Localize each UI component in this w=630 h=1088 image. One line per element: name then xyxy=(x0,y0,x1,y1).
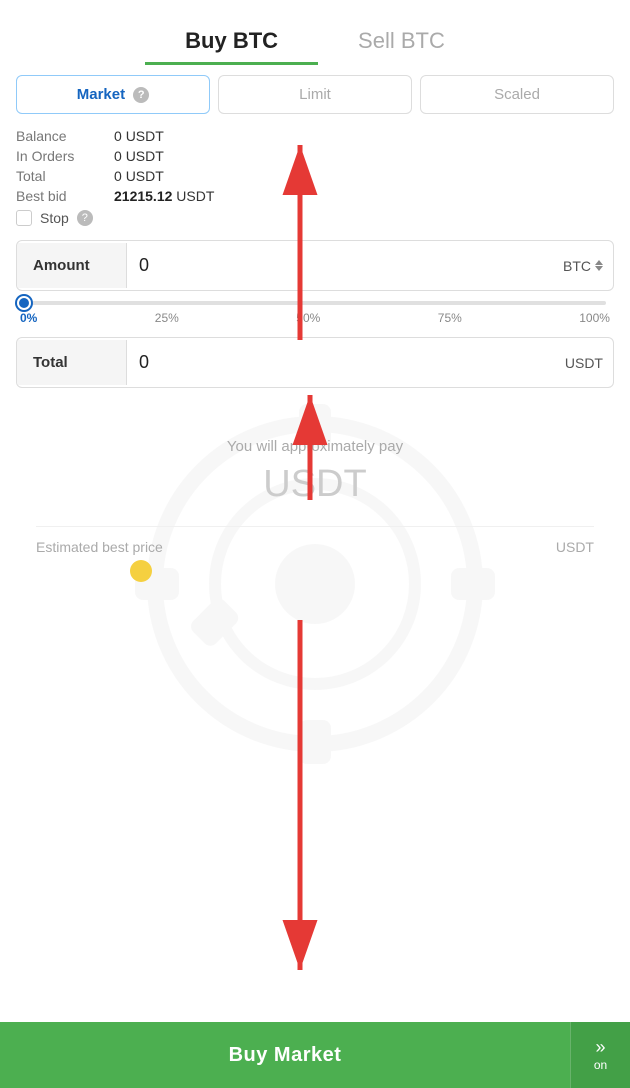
approx-label: You will approximately pay xyxy=(36,438,594,455)
total-balance-value: 0 USDT xyxy=(114,168,164,184)
approx-amount: USDT xyxy=(36,463,594,506)
amount-input[interactable] xyxy=(127,241,553,290)
amount-field-row: Amount BTC xyxy=(16,240,614,291)
slider-track[interactable] xyxy=(24,301,606,305)
estimated-label: Estimated best price xyxy=(36,539,163,555)
buy-button-container: Buy Market » on xyxy=(0,1022,630,1088)
estimated-row: Estimated best price USDT xyxy=(36,526,594,555)
balance-label: Balance xyxy=(16,128,106,144)
total-field-row: Total USDT xyxy=(16,337,614,388)
yellow-dot-decoration xyxy=(130,560,152,582)
amount-currency-arrows[interactable] xyxy=(595,260,603,271)
total-currency: USDT xyxy=(555,341,613,385)
limit-order-tab[interactable]: Limit xyxy=(218,75,412,114)
in-orders-value: 0 USDT xyxy=(114,148,164,164)
market-order-tab[interactable]: Market ? xyxy=(16,75,210,114)
slider-label-75: 75% xyxy=(438,311,462,325)
estimated-currency: USDT xyxy=(556,539,594,555)
slider-label-25: 25% xyxy=(155,311,179,325)
buy-market-button[interactable]: Buy Market xyxy=(0,1022,570,1088)
buy-tab[interactable]: Buy BTC xyxy=(145,20,318,65)
buy-on-toggle[interactable]: » on xyxy=(570,1022,630,1088)
total-balance-row: Total 0 USDT xyxy=(16,168,614,184)
chevrons-icon: » xyxy=(595,1038,605,1056)
amount-label: Amount xyxy=(17,243,127,288)
slider-label-100: 100% xyxy=(579,311,610,325)
stop-help-icon[interactable]: ? xyxy=(77,210,93,226)
balance-row: Balance 0 USDT xyxy=(16,128,614,144)
amount-slider-container: 0% 25% 50% 75% 100% xyxy=(16,301,614,325)
approx-section: You will approximately pay USDT Estimate… xyxy=(16,408,614,575)
total-label: Total xyxy=(17,340,127,385)
buy-sell-tab-bar: Buy BTC Sell BTC xyxy=(16,0,614,75)
stop-checkbox[interactable] xyxy=(16,210,32,226)
amount-currency: BTC xyxy=(553,244,613,288)
balance-value: 0 USDT xyxy=(114,128,164,144)
slider-label-50: 50% xyxy=(296,311,320,325)
sell-tab[interactable]: Sell BTC xyxy=(318,20,485,65)
best-bid-row: Best bid 21215.12 USDT xyxy=(16,188,614,204)
best-bid-label: Best bid xyxy=(16,188,106,204)
market-help-icon[interactable]: ? xyxy=(133,87,149,103)
on-label: on xyxy=(594,1058,607,1072)
best-bid-value: 21215.12 USDT xyxy=(114,188,214,204)
slider-labels: 0% 25% 50% 75% 100% xyxy=(16,311,614,325)
stop-row: Stop ? xyxy=(16,210,614,226)
slider-label-0: 0% xyxy=(20,311,37,325)
total-balance-label: Total xyxy=(16,168,106,184)
total-input[interactable] xyxy=(127,338,555,387)
in-orders-label: In Orders xyxy=(16,148,106,164)
order-type-tab-bar: Market ? Limit Scaled xyxy=(16,75,614,114)
slider-thumb[interactable] xyxy=(17,296,31,310)
stop-label: Stop xyxy=(40,210,69,226)
in-orders-row: In Orders 0 USDT xyxy=(16,148,614,164)
scaled-order-tab[interactable]: Scaled xyxy=(420,75,614,114)
